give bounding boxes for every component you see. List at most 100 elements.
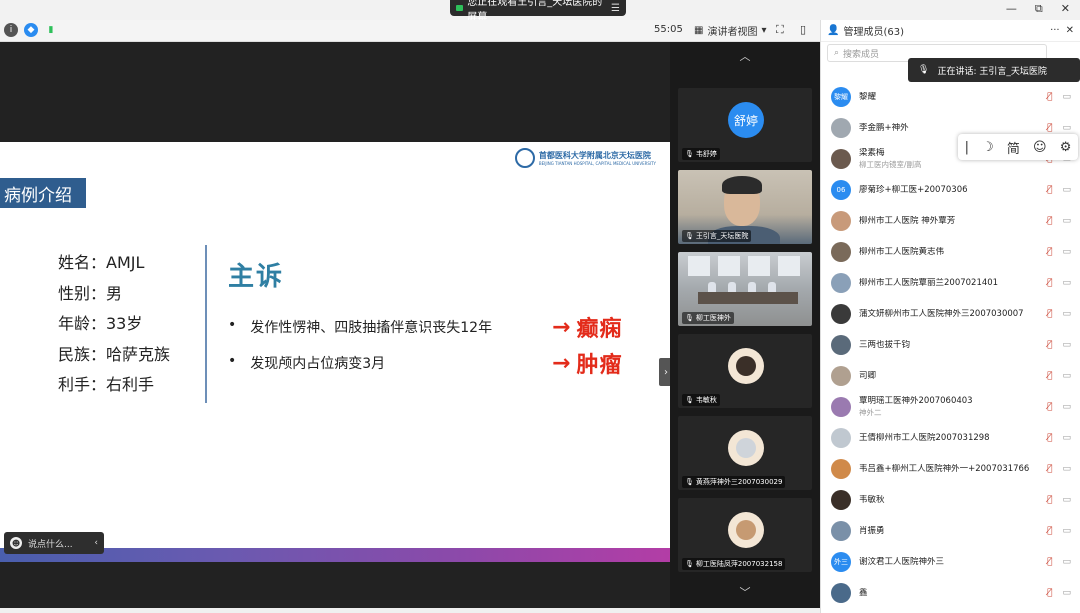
sidebar-toggle-icon[interactable]: ▯ <box>800 23 806 36</box>
camera-off-icon[interactable]: ▭ <box>1062 340 1071 350</box>
video-tile[interactable]: 舒婷 🎙 韦舒婷 <box>678 88 812 162</box>
speaking-indicator: 🎙 正在讲话: 王引言_天坛医院 <box>908 58 1080 82</box>
minimize-button[interactable]: — <box>1006 2 1017 16</box>
camera-off-icon[interactable]: ▭ <box>1062 526 1071 536</box>
mic-muted-icon[interactable]: 🎙̸ <box>1047 278 1052 288</box>
avatar <box>728 430 764 466</box>
chevron-left-icon[interactable]: ‹ <box>94 538 98 548</box>
camera-off-icon[interactable]: ▭ <box>1062 495 1071 505</box>
chat-input[interactable]: ☻ 说点什么... ‹ <box>4 532 104 554</box>
video-tile[interactable]: 🎙 王引言_天坛医院 <box>678 170 812 244</box>
member-row[interactable]: 柳州市工人医院黄志伟 🎙̸ ▭ <box>831 237 1071 267</box>
member-row[interactable]: 三两也拔千钧 🎙̸ ▭ <box>831 330 1071 360</box>
drag-handle[interactable]: | <box>965 140 969 155</box>
restore-button[interactable]: ⧉ <box>1035 2 1043 16</box>
member-row[interactable]: 王倩柳州市工人医院2007031298 🎙̸ ▭ <box>831 423 1071 453</box>
camera-off-icon[interactable]: ▭ <box>1062 185 1071 195</box>
mic-muted-icon[interactable]: 🎙̸ <box>1047 371 1052 381</box>
bullet-text: 发现颅内占位病变3月 <box>250 356 386 372</box>
mic-muted-icon[interactable]: 🎙̸ <box>1047 185 1052 195</box>
camera-off-icon[interactable]: ▭ <box>1062 588 1071 598</box>
scroll-up-button[interactable]: ︿ <box>670 46 820 66</box>
close-panel-button[interactable]: ✕ <box>1066 25 1074 36</box>
mic-muted-icon[interactable]: 🎙̸ <box>1047 92 1052 102</box>
video-tile[interactable]: 🎙 韦敏秋 <box>678 334 812 408</box>
member-row[interactable]: 鑫 🎙̸ ▭ <box>831 578 1071 608</box>
camera-off-icon[interactable]: ▭ <box>1062 216 1071 226</box>
member-row[interactable]: 黎耀 黎耀 🎙̸ ▭ <box>831 82 1071 112</box>
mic-icon: 🎙 <box>685 560 694 568</box>
diagnosis-label: 肿瘤 <box>576 353 623 378</box>
hamburger-icon[interactable]: ☰ <box>611 3 620 14</box>
mic-muted-icon[interactable]: 🎙̸ <box>1047 340 1052 350</box>
member-row[interactable]: 肖振勇 🎙̸ ▭ <box>831 516 1071 546</box>
emoji-icon[interactable]: ☻ <box>10 537 22 549</box>
member-row[interactable]: 蒲文妍柳州市工人医院神外三2007030007 🎙̸ ▭ <box>831 299 1071 329</box>
camera-off-icon[interactable]: ▭ <box>1062 123 1071 133</box>
avatar <box>831 149 851 169</box>
camera-off-icon[interactable]: ▭ <box>1062 309 1071 319</box>
mic-muted-icon[interactable]: 🎙̸ <box>1047 526 1052 536</box>
member-row[interactable]: 司卿 🎙̸ ▭ <box>831 361 1071 391</box>
fullscreen-icon[interactable]: ⛶ <box>776 23 784 37</box>
mic-muted-icon[interactable]: 🎙̸ <box>1047 123 1052 133</box>
member-row[interactable]: 韦敏秋 🎙̸ ▭ <box>831 485 1071 515</box>
member-row[interactable]: 外三 谢汶君工人医院神外三 🎙̸ ▭ <box>831 547 1071 577</box>
chevron-down-icon: ▾ <box>761 25 767 36</box>
camera-off-icon[interactable]: ▭ <box>1062 433 1071 443</box>
member-info: 司卿 <box>859 371 1039 382</box>
mic-muted-icon[interactable]: 🎙̸ <box>1047 216 1052 226</box>
emoji-icon[interactable]: ☺ <box>1033 140 1047 155</box>
member-row[interactable]: 柳州市工人医院覃丽兰2007021401 🎙̸ ▭ <box>831 268 1071 298</box>
member-info: 覃明瑶工医神外2007060403 神外二 <box>859 396 1039 418</box>
camera-off-icon[interactable]: ▭ <box>1062 92 1071 102</box>
bullet-text: 发作性愣神、四肢抽搐伴意识丧失12年 <box>250 320 493 336</box>
mic-muted-icon[interactable]: 🎙̸ <box>1047 309 1052 319</box>
member-row[interactable]: 覃明瑶工医神外2007060403 神外二 🎙̸ ▭ <box>831 392 1071 422</box>
mic-muted-icon[interactable]: 🎙̸ <box>1047 433 1052 443</box>
avatar <box>831 428 851 448</box>
mic-muted-icon[interactable]: 🎙̸ <box>1047 464 1052 474</box>
scroll-down-button[interactable]: ﹀ <box>670 582 820 602</box>
member-info: 三两也拔千钧 <box>859 340 1039 351</box>
camera-off-icon[interactable]: ▭ <box>1062 278 1071 288</box>
avatar: 舒婷 <box>728 102 764 138</box>
member-controls: 🎙̸ ▭ <box>1047 588 1071 598</box>
simplified-chinese-button[interactable]: 简 <box>1007 138 1020 157</box>
member-row[interactable]: 06 廖菊珍+柳工医+20070306 🎙̸ ▭ <box>831 175 1071 205</box>
moon-icon[interactable]: ☽ <box>982 140 994 155</box>
mic-muted-icon[interactable]: 🎙̸ <box>1047 588 1052 598</box>
mic-muted-icon[interactable]: 🎙̸ <box>1047 402 1052 412</box>
member-name: 肖振勇 <box>859 525 885 536</box>
view-mode-dropdown[interactable]: ▦ 演讲者视图 ▾ <box>694 23 766 38</box>
gear-icon[interactable]: ⚙ <box>1060 140 1072 155</box>
avatar <box>831 583 851 603</box>
avatar <box>831 118 851 138</box>
avatar <box>831 490 851 510</box>
signal-icon[interactable]: ▮ <box>44 23 58 37</box>
patient-name: 姓名：AMJL <box>58 253 145 272</box>
more-icon[interactable]: ··· <box>1050 25 1060 36</box>
member-info: 韦敏秋 <box>859 495 1039 506</box>
close-button[interactable]: ✕ <box>1061 2 1070 16</box>
avatar <box>831 242 851 262</box>
member-row[interactable]: 柳州市工人医院 神外覃芳 🎙̸ ▭ <box>831 206 1071 236</box>
mic-muted-icon[interactable]: 🎙̸ <box>1047 495 1052 505</box>
video-tile[interactable]: 🎙 柳工医神外 <box>678 252 812 326</box>
member-row[interactable]: 韦吕鑫+柳州工人医院神外一+2007031766 🎙̸ ▭ <box>831 454 1071 484</box>
member-controls: 🎙̸ ▭ <box>1047 526 1071 536</box>
shield-icon[interactable]: ◆ <box>24 23 38 37</box>
member-controls: 🎙̸ ▭ <box>1047 123 1071 133</box>
video-tile[interactable]: 🎙 黄燕萍神外三2007030029 <box>678 416 812 490</box>
screen-sharing-indicator[interactable]: 您正在观看王引言_天坛医院的屏幕 ☰ <box>450 0 626 23</box>
mic-muted-icon[interactable]: 🎙̸ <box>1047 557 1052 567</box>
camera-off-icon[interactable]: ▭ <box>1062 371 1071 381</box>
mic-muted-icon[interactable]: 🎙̸ <box>1047 247 1052 257</box>
camera-off-icon[interactable]: ▭ <box>1062 247 1071 257</box>
info-icon[interactable]: i <box>4 23 18 37</box>
camera-off-icon[interactable]: ▭ <box>1062 557 1071 567</box>
video-tile[interactable]: 🎙 柳工医陆凤萍2007032158 <box>678 498 812 572</box>
camera-off-icon[interactable]: ▭ <box>1062 464 1071 474</box>
member-name: 韦吕鑫+柳州工人医院神外一+2007031766 <box>859 463 1030 474</box>
camera-off-icon[interactable]: ▭ <box>1062 402 1071 412</box>
